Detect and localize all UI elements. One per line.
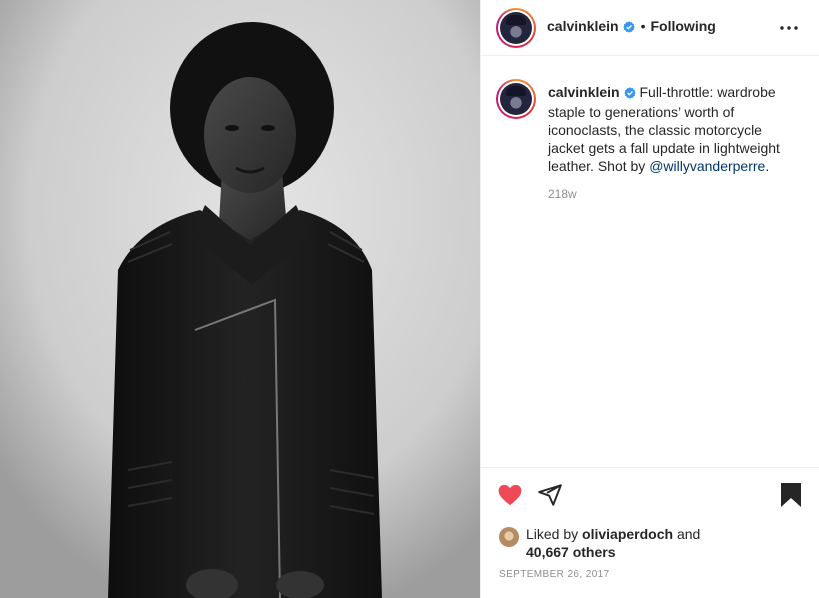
post-date[interactable]: SEPTEMBER 26, 2017 <box>499 569 610 580</box>
likes-text: Liked by oliviaperdoch and 40,667 others <box>526 525 786 561</box>
verified-badge-icon <box>623 85 636 103</box>
caption-username[interactable]: calvinklein <box>548 84 620 100</box>
post-photo-illustration <box>0 0 480 598</box>
more-dots-icon[interactable] <box>778 17 800 39</box>
caption-time-ago[interactable]: 218w <box>548 187 577 201</box>
likes-count[interactable]: 40,667 others <box>526 544 616 560</box>
following-button[interactable]: Following <box>651 18 716 34</box>
post-photo[interactable] <box>0 0 480 598</box>
caption-text-end: . <box>765 158 770 174</box>
bookmark-icon[interactable] <box>779 482 803 508</box>
post-actions: Liked by oliviaperdoch and 40,667 others… <box>481 467 819 598</box>
post-header: calvinklein • Following <box>481 0 819 56</box>
verified-badge-icon <box>622 20 635 38</box>
header-separator: • <box>640 18 646 34</box>
post-caption: calvinklein Full-throttle: wardrobe stap… <box>548 83 798 175</box>
post-sidebar: calvinklein • Following calvinklein Full-t… <box>480 0 819 598</box>
comments-area: calvinklein Full-throttle: wardrobe stap… <box>481 57 819 467</box>
liker-username[interactable]: oliviaperdoch <box>582 526 673 542</box>
author-username[interactable]: calvinklein <box>547 18 619 34</box>
caption-author-avatar[interactable] <box>496 79 536 119</box>
caption-mention-link[interactable]: @willyvanderperre <box>649 158 765 174</box>
likes-prefix: Liked by <box>526 526 583 542</box>
liker-avatar[interactable] <box>499 527 519 547</box>
likes-middle: and <box>673 526 701 542</box>
heart-icon[interactable] <box>497 482 523 508</box>
header-meta: calvinklein • Following <box>547 18 716 38</box>
share-icon[interactable] <box>537 482 563 508</box>
author-avatar[interactable] <box>496 8 536 48</box>
